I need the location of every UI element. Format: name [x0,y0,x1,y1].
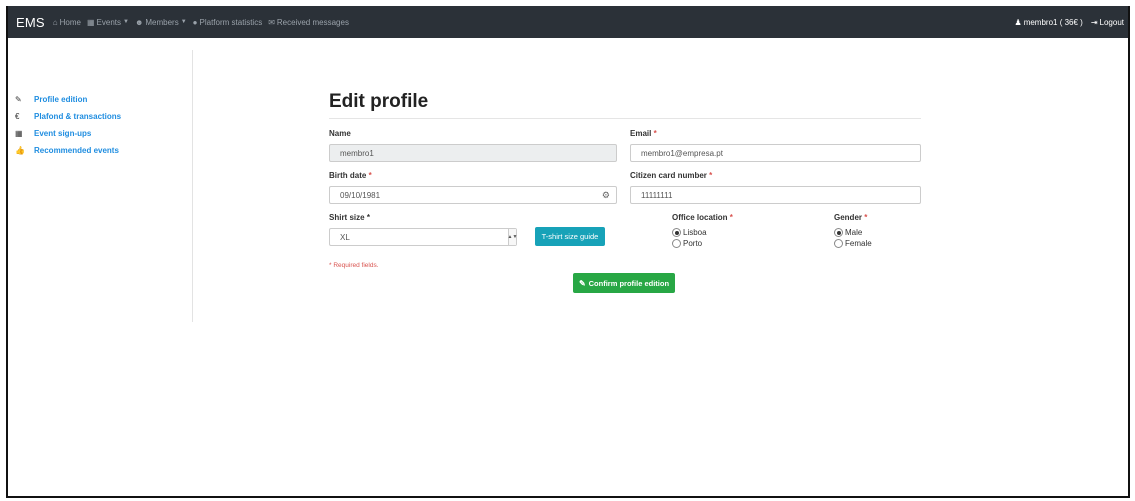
sidebar-item-label: Recommended events [34,145,119,155]
required-mark-plain: * [366,213,370,222]
title-divider [329,118,921,119]
sidebar-item-profile-edition[interactable]: ✎ Profile edition [8,92,87,106]
citizen-card-field[interactable]: 11111111 [630,186,921,204]
gender-label: Gender * [834,213,867,222]
user-icon: ♟ [1014,17,1022,27]
nav-home[interactable]: ⌂ Home [53,18,81,27]
gender-label-text: Gender [834,213,863,222]
tshirt-size-guide-button[interactable]: T-shirt size guide [535,227,605,246]
radio-gender-female[interactable]: Female [834,239,872,248]
citizen-card-label: Citizen card number * [630,171,712,180]
shirt-size-select[interactable]: XL ▲▼ [329,228,517,246]
radio-label: Male [845,228,863,237]
nav-logout-label: Logout [1099,17,1124,27]
envelope-icon: ✉ [268,17,275,27]
chevron-down-icon: ▼ [180,19,187,25]
required-mark: * [368,171,372,180]
pencil-icon: ✎ [578,278,586,288]
select-arrows-icon: ▲▼ [508,229,517,245]
sidebar-item-plafond-transactions[interactable]: € Plafond & transactions [8,109,121,123]
radio-office-lisboa[interactable]: Lisboa [672,228,707,237]
name-value: membro1 [340,148,374,158]
birth-date-field[interactable]: 09/10/1981 ⚙ [329,186,617,204]
email-label-text: Email [630,129,652,138]
users-icon: ☻ [134,17,144,27]
radio-button-checked[interactable] [672,228,681,237]
euro-icon: € [15,111,20,121]
radio-label: Lisboa [683,228,707,237]
page-title: Edit profile [329,91,429,112]
birth-date-label-text: Birth date [329,171,367,180]
radio-button[interactable] [672,239,681,248]
nav-platform-statistics-label: Platform statistics [199,17,263,27]
nav-events-label: Events [96,17,121,27]
office-location-label-text: Office location [672,213,728,222]
sidebar-item-recommended-events[interactable]: 👍 Recommended events [8,143,119,157]
chevron-down-icon: ▼ [123,19,129,25]
globe-icon: ● [192,17,198,27]
calendar-icon: ▦ [86,17,95,27]
email-value: membro1@empresa.pt [641,148,723,158]
thumbs-up-icon: 👍 [15,145,25,155]
top-navbar: EMS ⌂ Home ▦ Events ▼ ☻ Members ▼ ● Plat… [8,6,1128,38]
citizen-card-label-text: Citizen card number [630,171,707,180]
browser-viewport: EMS ⌂ Home ▦ Events ▼ ☻ Members ▼ ● Plat… [6,6,1130,498]
sidebar-item-label: Profile edition [34,94,88,104]
confirm-profile-edition-button[interactable]: ✎ Confirm profile edition [573,273,675,293]
required-mark: * [864,213,868,222]
name-label: Name [329,129,351,138]
radio-office-porto[interactable]: Porto [672,239,702,248]
shirt-size-value: XL [340,232,350,242]
shirt-size-label: Shirt size * [329,213,370,222]
required-mark: * [729,213,733,222]
home-icon: ⌂ [52,17,58,27]
nav-members-label: Members [145,17,179,27]
citizen-card-value: 11111111 [641,190,673,200]
birth-date-value: 09/10/1981 [340,190,381,200]
required-mark: * [709,171,713,180]
nav-members[interactable]: ☻ Members ▼ [135,18,187,27]
birth-date-label: Birth date * [329,171,372,180]
radio-label: Female [845,239,872,248]
sidebar-item-label: Plafond & transactions [34,111,122,121]
nav-received-messages[interactable]: ✉ Received messages [268,18,349,27]
shirt-size-label-text: Shirt size [329,213,365,222]
nav-events[interactable]: ▦ Events ▼ [87,18,129,27]
name-label-text: Name [329,129,351,138]
nav-home-label: Home [59,17,81,27]
nav-received-messages-label: Received messages [276,17,349,27]
confirm-button-label: Confirm profile edition [588,278,670,288]
sidebar-item-label: Event sign-ups [34,128,92,138]
required-mark: * [653,129,657,138]
nav-user-account[interactable]: ♟ membro1 ( 36€ ) [1015,18,1083,27]
brand-logo[interactable]: EMS [16,15,45,30]
nav-logout[interactable]: ⇥ Logout [1091,18,1124,27]
calendar-icon: ▦ [15,128,23,138]
logout-icon: ⇥ [1090,17,1098,27]
navbar-right: ♟ membro1 ( 36€ ) ⇥ Logout [1007,6,1124,38]
nav-user-label: membro1 ( 36€ ) [1023,17,1083,27]
name-field[interactable]: membro1 [329,144,617,162]
radio-button[interactable] [834,239,843,248]
email-label: Email * [630,129,657,138]
nav-platform-statistics[interactable]: ● Platform statistics [193,18,263,27]
pencil-icon: ✎ [15,94,22,104]
sidebar: ✎ Profile edition € Plafond & transactio… [8,50,193,322]
radio-gender-male[interactable]: Male [834,228,862,237]
required-fields-note: * Required fields. [329,262,379,269]
email-field[interactable]: membro1@empresa.pt [630,144,921,162]
office-location-label: Office location * [672,213,733,222]
date-picker-icon[interactable]: ⚙ [602,190,610,201]
radio-button-checked[interactable] [834,228,843,237]
radio-label: Porto [683,239,703,248]
sidebar-item-event-sign-ups[interactable]: ▦ Event sign-ups [8,126,91,140]
